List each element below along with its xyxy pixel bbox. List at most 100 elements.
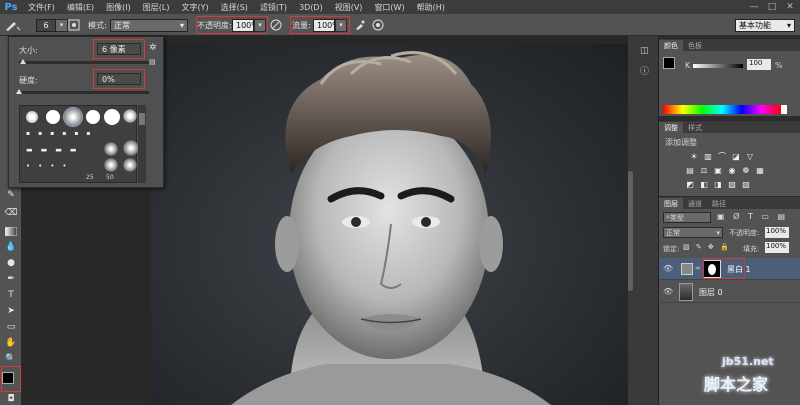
selective-color-icon[interactable]: ▨	[727, 179, 737, 189]
brush-preset-row-mid[interactable]: ▬ ▬ ▬ ▬	[26, 146, 96, 154]
eye-icon[interactable]: 👁	[663, 287, 673, 296]
size-slider-knob[interactable]	[19, 59, 26, 64]
chain-link-icon[interactable]: ∞	[695, 264, 701, 272]
menu-image[interactable]: 图像(I)	[100, 2, 137, 13]
chevron-down-icon[interactable]: ▾	[56, 18, 68, 32]
portrait-photo[interactable]	[151, 44, 628, 405]
black-white-icon[interactable]: ▣	[713, 165, 723, 175]
path-selection-tool-icon[interactable]: ➤	[3, 304, 19, 318]
info-panel-icon[interactable]: ⓘ	[640, 64, 649, 77]
photo-filter-icon[interactable]: ◉	[727, 165, 737, 175]
brush-preset-grid[interactable]: ▪ ▪ ▪ ▪ ▪ ▪ ▬ ▬ ▬ ▬ • • • • 25 50	[19, 105, 139, 183]
tab-swatches[interactable]: 色板	[683, 40, 707, 51]
brush-preset-row-bottom[interactable]: • • • •	[26, 162, 96, 170]
menu-type[interactable]: 文字(Y)	[175, 2, 214, 13]
airbrush-icon[interactable]	[354, 18, 366, 32]
eye-icon[interactable]: 👁	[663, 264, 673, 273]
gear-icon[interactable]: ✲	[149, 43, 159, 53]
threshold-icon[interactable]: ◨	[713, 179, 723, 189]
fill-input[interactable]: 100%	[765, 242, 789, 253]
minimize-button[interactable]: —	[748, 1, 760, 13]
layer-opacity-input[interactable]: 100%	[765, 227, 789, 238]
layer-filter-select[interactable]: ⌕ 类型	[663, 212, 711, 223]
menu-view[interactable]: 视图(V)	[329, 2, 369, 13]
brush-preset-hard-round-2[interactable]	[86, 110, 100, 124]
dodge-tool-icon[interactable]: ●	[3, 256, 19, 270]
tab-layers[interactable]: 图层	[659, 198, 683, 209]
gradient-tool-icon[interactable]	[3, 224, 19, 238]
tab-channels[interactable]: 通道	[683, 198, 707, 209]
quick-mask-icon[interactable]: ◘	[3, 392, 19, 405]
layer-name[interactable]: 图层 0	[699, 287, 723, 298]
brush-size-picker[interactable]: 6	[36, 18, 56, 32]
brush-preset-soft-round[interactable]	[26, 111, 38, 123]
vibrance-icon[interactable]: ▽	[745, 151, 755, 161]
k-value-input[interactable]: 100	[747, 59, 771, 70]
type-tool-icon[interactable]: T	[3, 288, 19, 302]
brush-preset-hard-round-3[interactable]	[104, 109, 120, 125]
brush-panel-toggle-icon[interactable]	[68, 18, 80, 32]
color-ramp-white[interactable]	[781, 105, 787, 114]
hue-saturation-icon[interactable]: ▤	[685, 165, 695, 175]
menu-filter[interactable]: 滤镜(T)	[254, 2, 293, 13]
brightness-contrast-icon[interactable]: ☀	[689, 151, 699, 161]
brush-preset-soft-4[interactable]	[123, 158, 137, 172]
menu-select[interactable]: 选择(S)	[215, 2, 254, 13]
channel-mixer-icon[interactable]: ❁	[741, 165, 751, 175]
tab-adjustments[interactable]: 调整	[659, 122, 683, 133]
new-preset-icon[interactable]: ▤	[149, 58, 157, 66]
pressure-size-icon[interactable]	[372, 18, 384, 32]
brush-tool-preset-icon[interactable]	[4, 18, 22, 32]
brush-preset-soft-50[interactable]	[123, 140, 139, 156]
fg-color-swatch[interactable]	[663, 57, 675, 69]
color-lookup-icon[interactable]: ▦	[755, 165, 765, 175]
tab-styles[interactable]: 样式	[683, 122, 707, 133]
menu-3d[interactable]: 3D(D)	[293, 3, 329, 12]
brush-preset-soft-round-2[interactable]	[123, 109, 137, 123]
color-ramp[interactable]	[663, 105, 781, 114]
lock-icons[interactable]: ▨ ✎ ✥ 🔒	[683, 243, 731, 251]
menu-edit[interactable]: 编辑(E)	[61, 2, 100, 13]
blend-mode-select[interactable]: 正常 ▾	[663, 227, 723, 238]
layer-row-layer-0[interactable]: 👁 图层 0	[659, 281, 800, 303]
tab-color[interactable]: 颜色	[659, 40, 683, 51]
eraser-tool-icon[interactable]: ⌫	[3, 206, 19, 220]
menu-file[interactable]: 文件(F)	[22, 2, 61, 13]
pressure-opacity-icon[interactable]	[270, 18, 282, 32]
shape-tool-icon[interactable]: ▭	[3, 320, 19, 334]
workspace-select[interactable]: 基本功能 ▾	[735, 18, 795, 32]
menu-help[interactable]: 帮助(H)	[411, 2, 451, 13]
maximize-button[interactable]: □	[766, 1, 778, 13]
zoom-tool-icon[interactable]: 🔍	[3, 352, 19, 366]
invert-icon[interactable]: ◩	[685, 179, 695, 189]
hand-tool-icon[interactable]: ✋	[3, 336, 19, 350]
layer-filter-icons[interactable]: ▣ Ø T ▭ ▤	[717, 212, 788, 221]
levels-icon[interactable]: ▥	[703, 151, 713, 161]
brush-preset-hard-round[interactable]	[46, 110, 60, 124]
mode-select[interactable]: 正常 ▾	[110, 18, 188, 32]
curves-icon[interactable]: ⌒	[717, 151, 727, 161]
brush-grid-scrollbar-thumb[interactable]	[139, 113, 145, 125]
brush-preset-row-small[interactable]: ▪ ▪ ▪ ▪ ▪ ▪	[26, 130, 136, 138]
hardness-slider[interactable]	[16, 89, 149, 94]
menu-layer[interactable]: 图层(L)	[137, 2, 176, 13]
posterize-icon[interactable]: ◧	[699, 179, 709, 189]
brush-preset-soft-3[interactable]	[104, 158, 118, 172]
menu-window[interactable]: 窗口(W)	[368, 2, 410, 13]
brush-preset-soft-25[interactable]	[104, 142, 118, 156]
brush-grid-scrollbar[interactable]	[138, 105, 146, 183]
tab-paths[interactable]: 路径	[707, 198, 731, 209]
layer-row-black-white[interactable]: 👁 ∞ 黑白 1	[659, 258, 800, 280]
k-slider[interactable]	[693, 64, 743, 68]
size-slider[interactable]	[19, 59, 149, 64]
color-balance-icon[interactable]: ⚖	[699, 165, 709, 175]
close-button[interactable]: ✕	[784, 1, 796, 13]
blur-tool-icon[interactable]: 💧	[3, 240, 19, 254]
brush-preset-soft-round-selected[interactable]	[63, 107, 83, 127]
gradient-map-icon[interactable]: ▧	[741, 179, 751, 189]
pen-tool-icon[interactable]: ✒	[3, 272, 19, 286]
brush-tool-icon[interactable]: ✎	[3, 188, 19, 202]
history-panel-icon[interactable]: ◫	[640, 46, 649, 56]
hardness-slider-knob[interactable]	[16, 89, 22, 94]
exposure-icon[interactable]: ◪	[731, 151, 741, 161]
